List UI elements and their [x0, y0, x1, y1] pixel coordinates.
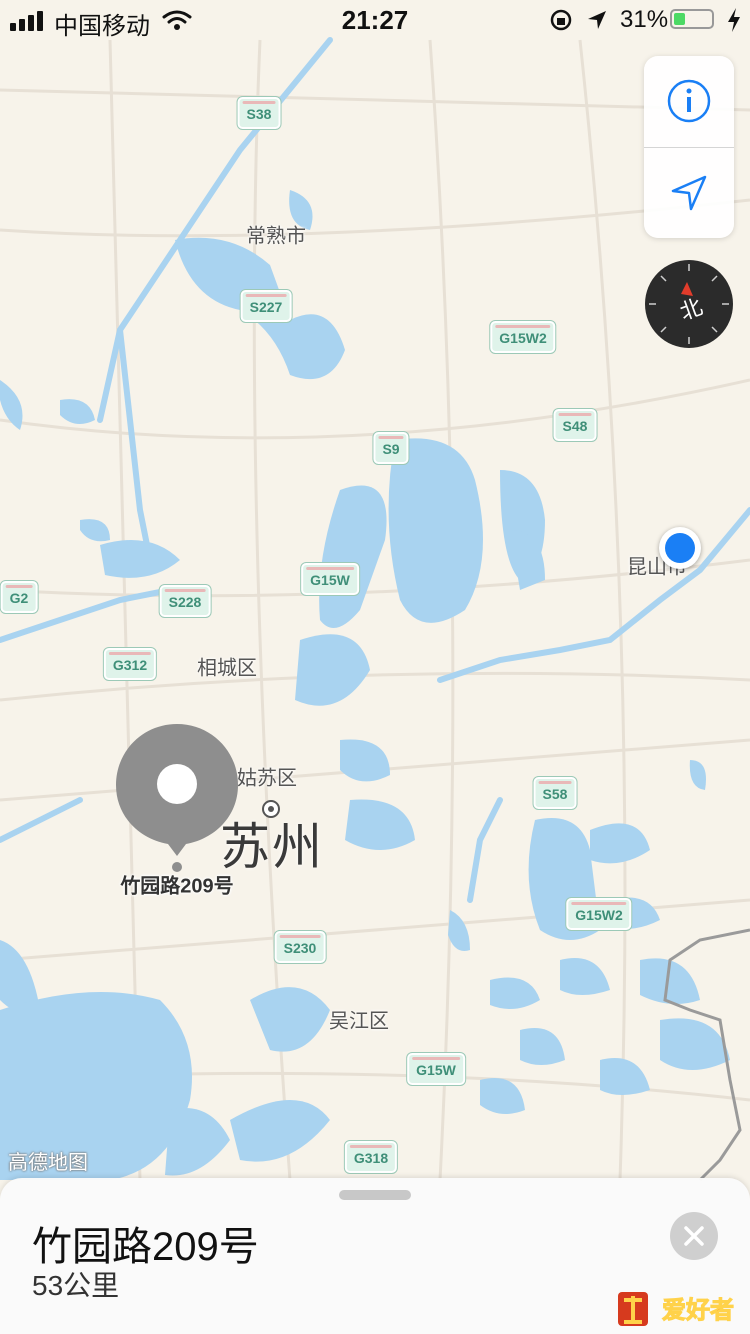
place-label-gusu[interactable]: 姑苏区	[237, 762, 297, 791]
place-label-wujiang[interactable]: 吴江区	[329, 1005, 389, 1034]
road-shield: S230	[274, 931, 326, 963]
locate-me-button[interactable]	[644, 148, 734, 238]
map-controls	[644, 56, 734, 238]
map-attribution: 高德地图	[8, 1152, 88, 1174]
close-button[interactable]	[670, 1212, 718, 1260]
compass-button[interactable]: 北	[644, 259, 734, 349]
watermark-logo: 爱好者	[618, 1292, 735, 1326]
road-shield: G15W2	[566, 898, 632, 930]
charging-icon	[728, 8, 740, 32]
place-label-changshu[interactable]: 常熟市	[246, 220, 306, 249]
battery-percent: 31%	[620, 6, 669, 33]
road-shield: G2	[0, 581, 38, 613]
close-icon	[684, 1226, 704, 1246]
location-arrow-icon	[588, 11, 606, 29]
battery-fill	[674, 13, 685, 25]
road-shield: G318	[344, 1141, 398, 1173]
road-shield: G15W	[407, 1053, 465, 1085]
road-shield: G312	[103, 648, 157, 680]
place-distance: 53公里	[32, 1270, 120, 1301]
card-grabber[interactable]	[339, 1190, 411, 1200]
road-shield: S48	[553, 409, 597, 441]
place-label-xiangcheng[interactable]: 相城区	[197, 652, 257, 681]
battery-icon	[670, 9, 714, 29]
status-bar: 中国移动 21:27 31%	[0, 0, 750, 40]
orientation-lock-icon	[550, 9, 572, 31]
watermark-text: 爱好者	[662, 1296, 734, 1324]
road-shield: G15W	[301, 563, 359, 595]
road-shield: S228	[159, 585, 211, 617]
dropped-pin-icon[interactable]	[116, 724, 238, 874]
road-shield: G15W2	[490, 321, 556, 353]
location-arrow-icon	[671, 175, 707, 211]
info-icon	[667, 79, 711, 123]
road-shield: S58	[533, 777, 577, 809]
pin-label: 竹园路209号	[120, 875, 234, 898]
info-button[interactable]	[644, 56, 734, 146]
road-shield: S38	[237, 97, 281, 129]
user-location-dot[interactable]	[659, 527, 701, 569]
road-shield: S9	[373, 432, 409, 464]
road-shield: S227	[240, 290, 292, 322]
